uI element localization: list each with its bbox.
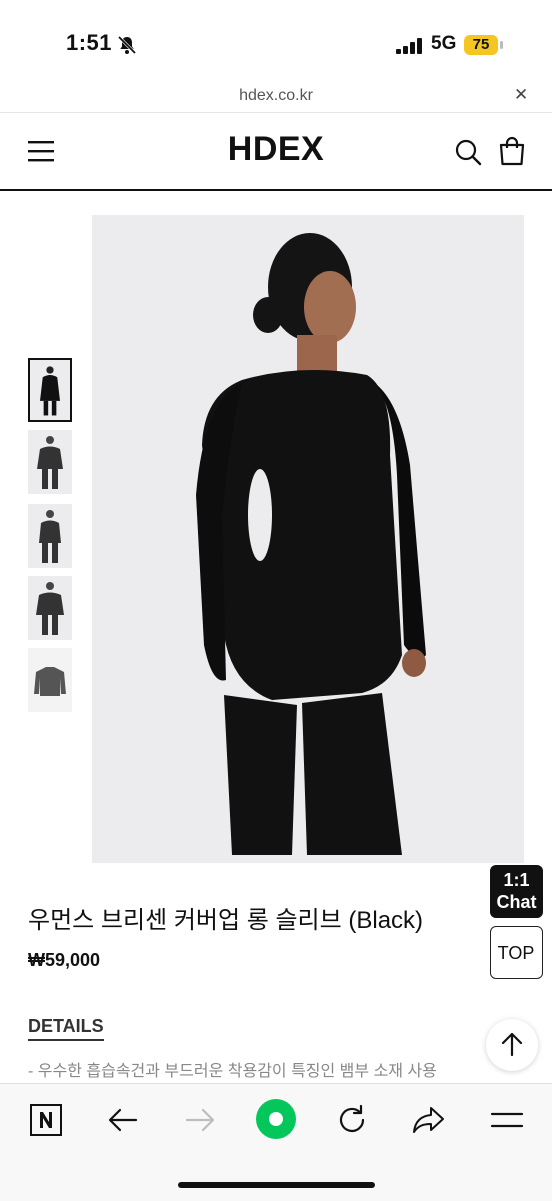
battery-icon: 75 [464,35,504,55]
search-icon[interactable] [454,138,482,166]
naver-icon[interactable] [26,1100,66,1140]
top-button[interactable]: TOP [490,926,543,979]
shopping-bag-icon[interactable] [498,136,526,166]
close-icon[interactable]: ✕ [514,85,528,105]
details-text: - 우수한 흡습속건과 부드러운 착용감이 특징인 뱀부 소재 사용 [28,1063,437,1080]
thumbnail-image [34,667,66,696]
chat-button[interactable]: 1:1 Chat [490,865,543,918]
battery-level: 75 [472,36,490,53]
details-heading[interactable]: DETAILS [28,1016,104,1041]
thumbnail-image [36,582,64,635]
bell-off-icon [117,35,137,55]
network-type: 5G [431,33,457,54]
forward-arrow-icon[interactable] [180,1100,220,1140]
thumbnail-3[interactable] [28,504,72,568]
share-icon[interactable] [409,1100,449,1140]
status-time: 1:51 [66,30,113,55]
scroll-up-button[interactable] [486,1019,538,1071]
reload-icon[interactable] [332,1100,372,1140]
green-dot-icon[interactable] [254,1097,298,1141]
model-photo [92,215,524,863]
thumbnail-image [39,510,61,563]
arrow-up-icon [501,1032,523,1057]
top-button-label: TOP [497,943,535,963]
thumbnail-4[interactable] [28,576,72,640]
product-price: ₩59,000 [28,950,101,970]
product-title: 우먼스 브리센 커버업 롱 슬리브 (Black) [28,907,424,934]
home-indicator [178,1182,375,1188]
thumbnail-2[interactable] [28,430,72,494]
chat-label-line2: Chat [496,892,537,912]
thumbnail-1[interactable] [28,358,72,422]
signal-icon [396,38,422,54]
thumbnail-5[interactable] [28,648,72,712]
thumbnail-image [37,436,63,489]
back-arrow-icon[interactable] [103,1100,143,1140]
url-text[interactable]: hdex.co.kr [0,87,552,105]
product-main-image[interactable] [92,215,524,863]
hamburger-icon[interactable] [487,1100,527,1140]
chat-label-line1: 1:1 [503,870,530,890]
thumbnail-image [40,366,60,416]
